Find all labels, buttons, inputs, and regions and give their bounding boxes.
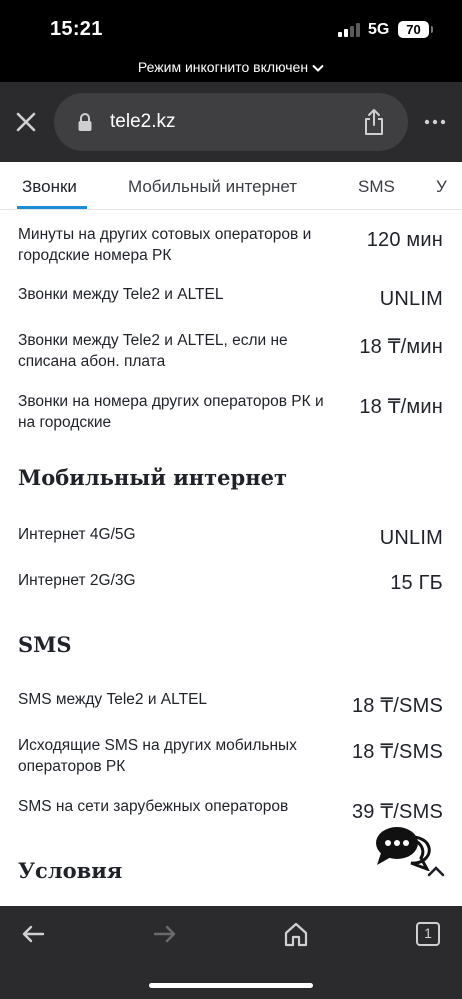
browser-toolbar: tele2.kz bbox=[0, 82, 462, 162]
item-value: UNLIM bbox=[379, 288, 443, 310]
more-options-icon[interactable] bbox=[424, 112, 446, 132]
chevron-down-icon bbox=[312, 54, 324, 84]
tab-other[interactable]: У bbox=[436, 177, 447, 197]
item-value: 15 ГБ bbox=[390, 572, 443, 594]
item-label: Звонки между Tele2 и ALTEL bbox=[18, 286, 224, 303]
tab-count: 1 bbox=[424, 925, 432, 941]
tab-mobile-internet[interactable]: Мобильный интернет bbox=[128, 177, 297, 197]
lock-icon bbox=[77, 112, 93, 132]
network-type: 5G bbox=[368, 21, 390, 38]
share-icon[interactable] bbox=[362, 108, 386, 136]
item-label: Минуты на других сотовых операторов и го… bbox=[18, 226, 312, 264]
chat-icon[interactable] bbox=[375, 825, 431, 872]
item-label: Интернет 4G/5G bbox=[18, 526, 136, 543]
item-label: Исходящие SMS на других мобильных операт… bbox=[18, 737, 297, 775]
section-title-internet: Мобильный интернет bbox=[18, 465, 287, 490]
status-bar: 15:21 5G 70 bbox=[0, 0, 462, 52]
item-value: 18 ₸/SMS bbox=[351, 741, 443, 763]
tab-calls[interactable]: Звонки bbox=[22, 177, 77, 197]
address-bar[interactable]: tele2.kz bbox=[54, 93, 408, 151]
section-title-conditions: Условия bbox=[18, 858, 123, 883]
close-icon[interactable] bbox=[12, 108, 40, 136]
item-label: SMS между Tele2 и ALTEL bbox=[18, 691, 208, 708]
incognito-text: Режим инкогнито включен bbox=[137, 59, 309, 75]
section-title-sms: SMS bbox=[18, 632, 72, 657]
tabs-switcher[interactable]: 1 bbox=[414, 920, 442, 948]
tab-sms[interactable]: SMS bbox=[358, 177, 395, 197]
item-value: 18 ₸/SMS bbox=[351, 695, 443, 717]
item-value: UNLIM bbox=[379, 527, 443, 549]
home-icon[interactable] bbox=[282, 920, 310, 948]
item-label: SMS на сети зарубежных операторов bbox=[18, 798, 289, 815]
item-label: Звонки на номера других операторов РК и … bbox=[18, 393, 324, 431]
item-value: 120 мин bbox=[366, 229, 443, 251]
forward-arrow-icon[interactable] bbox=[151, 920, 179, 948]
home-indicator bbox=[149, 983, 313, 988]
url-text: tele2.kz bbox=[110, 111, 176, 132]
status-time: 15:21 bbox=[50, 18, 103, 40]
item-value: 18 ₸/мин bbox=[359, 396, 443, 418]
item-value: 18 ₸/мин bbox=[359, 336, 443, 358]
chevron-up-icon[interactable] bbox=[427, 864, 445, 877]
item-label: Интернет 2G/3G bbox=[18, 572, 136, 589]
item-value: 39 ₸/SMS bbox=[351, 801, 443, 823]
item-label: Звонки между Tele2 и ALTEL, если не спис… bbox=[18, 332, 288, 370]
browser-bottom-bar: 1 bbox=[0, 906, 462, 999]
incognito-banner[interactable]: Режим инкогнито включен bbox=[0, 52, 462, 82]
cellular-signal-icon bbox=[338, 23, 362, 37]
battery-icon: 70 bbox=[398, 21, 433, 38]
back-arrow-icon[interactable] bbox=[19, 920, 47, 948]
web-page: Звонки Мобильный интернет SMS У Минуты н… bbox=[0, 162, 462, 906]
active-tab-indicator bbox=[17, 206, 87, 209]
tariff-tabs: Звонки Мобильный интернет SMS У bbox=[0, 162, 462, 210]
